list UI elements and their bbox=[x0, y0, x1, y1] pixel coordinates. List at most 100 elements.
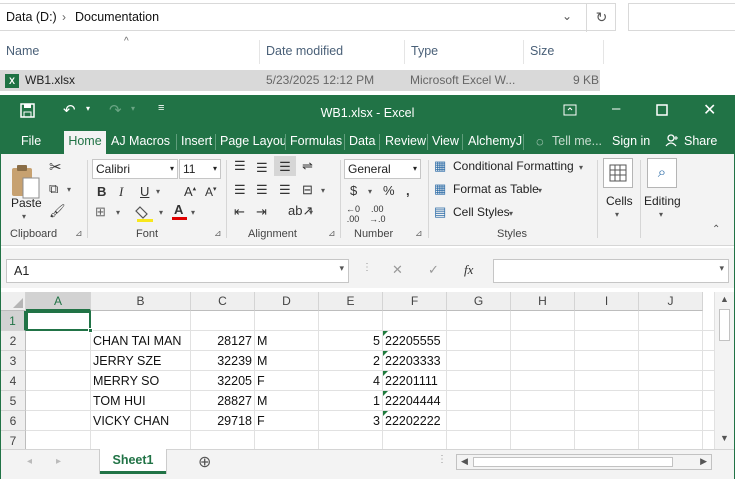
font-size-select[interactable]: 11 ▾ bbox=[179, 159, 221, 179]
cell-styles-icon[interactable]: ▤ bbox=[434, 204, 446, 220]
scroll-up-icon[interactable]: ▲ bbox=[720, 294, 729, 304]
row-header-3[interactable]: 3 bbox=[1, 351, 26, 371]
tab-review[interactable]: Review bbox=[385, 134, 426, 148]
cell-a3[interactable] bbox=[28, 351, 88, 371]
cell-d6[interactable]: F bbox=[257, 411, 316, 431]
merge-center-icon[interactable]: ⊟ bbox=[302, 182, 313, 198]
refresh-icon[interactable]: ↻ bbox=[586, 4, 616, 32]
font-color-dropdown-icon[interactable]: ▾ bbox=[191, 208, 195, 217]
error-indicator-icon[interactable] bbox=[383, 411, 388, 416]
currency-dropdown-icon[interactable]: ▾ bbox=[368, 187, 372, 196]
column-header-i[interactable]: I bbox=[575, 292, 639, 311]
row-header-5[interactable]: 5 bbox=[1, 391, 26, 411]
breadcrumb-drive[interactable]: Data (D:) bbox=[6, 10, 57, 24]
conditional-formatting-button[interactable]: Conditional Formatting bbox=[453, 159, 574, 173]
address-bar[interactable]: Data (D:) › Documentation ⌄ ↻ bbox=[0, 3, 616, 32]
cell-styles-button[interactable]: Cell Styles bbox=[453, 205, 510, 219]
column-header-name[interactable]: Name bbox=[6, 44, 39, 58]
share-button[interactable]: Share bbox=[684, 134, 717, 148]
cell-a5[interactable] bbox=[28, 391, 88, 411]
column-header-c[interactable]: C bbox=[191, 292, 255, 311]
paste-button[interactable]: Paste bbox=[11, 196, 42, 210]
scroll-down-icon[interactable]: ▼ bbox=[720, 433, 729, 443]
top-align-icon[interactable]: ☰ bbox=[234, 158, 246, 174]
insert-function-icon[interactable]: fx bbox=[464, 262, 473, 278]
scroll-left-icon[interactable]: ◀ bbox=[461, 456, 468, 467]
font-launcher-icon[interactable]: ⊿ bbox=[214, 228, 222, 239]
copy-dropdown-icon[interactable]: ▾ bbox=[67, 185, 71, 194]
font-name-select[interactable]: Calibri ▾ bbox=[92, 159, 178, 179]
worksheet-grid[interactable]: ABCDEFGHIJ 1234567 CHAN TAI MAN 28127 M 5 22… bbox=[1, 292, 734, 449]
cell-e5[interactable]: 1 bbox=[321, 391, 380, 411]
number-format-select[interactable]: General ▾ bbox=[344, 159, 421, 179]
tell-me-input[interactable]: Tell me... bbox=[552, 134, 602, 148]
error-indicator-icon[interactable] bbox=[383, 351, 388, 356]
column-divider[interactable] bbox=[404, 40, 405, 64]
active-cell[interactable] bbox=[26, 311, 91, 331]
bold-icon[interactable]: B bbox=[97, 184, 106, 199]
next-sheet-icon[interactable]: ▸ bbox=[56, 456, 61, 467]
expand-formula-icon[interactable]: ▾ bbox=[719, 263, 724, 274]
search-input[interactable] bbox=[628, 3, 735, 31]
cell-e3[interactable]: 2 bbox=[321, 351, 380, 371]
cell-c4[interactable]: 32205 bbox=[193, 371, 252, 391]
column-header-a[interactable]: A bbox=[26, 292, 91, 311]
cells-icon[interactable] bbox=[603, 158, 633, 188]
cell-f5[interactable]: 22204444 bbox=[385, 391, 444, 411]
column-header-e[interactable]: E bbox=[319, 292, 383, 311]
cell-f3[interactable]: 22203333 bbox=[385, 351, 444, 371]
percent-icon[interactable]: % bbox=[383, 183, 395, 198]
column-divider[interactable] bbox=[523, 40, 524, 64]
cell-e6[interactable]: 3 bbox=[321, 411, 380, 431]
minimize-icon[interactable]: – bbox=[612, 100, 620, 117]
cells-button[interactable]: Cells bbox=[606, 194, 633, 208]
underline-icon[interactable]: U bbox=[140, 184, 149, 199]
column-divider[interactable] bbox=[259, 40, 260, 64]
cell-b2[interactable]: CHAN TAI MAN bbox=[93, 331, 188, 351]
cell-f1[interactable] bbox=[385, 311, 444, 331]
error-indicator-icon[interactable] bbox=[383, 331, 388, 336]
prev-sheet-icon[interactable]: ◂ bbox=[27, 456, 32, 467]
cell-d2[interactable]: M bbox=[257, 331, 316, 351]
alignment-launcher-icon[interactable]: ⊿ bbox=[328, 228, 336, 239]
cell-c3[interactable]: 32239 bbox=[193, 351, 252, 371]
cell-a2[interactable] bbox=[28, 331, 88, 351]
align-left-icon[interactable]: ☰ bbox=[234, 182, 246, 198]
cell-c2[interactable]: 28127 bbox=[193, 331, 252, 351]
column-header-f[interactable]: F bbox=[383, 292, 447, 311]
cell-d4[interactable]: F bbox=[257, 371, 316, 391]
column-header-d[interactable]: D bbox=[255, 292, 319, 311]
decrease-indent-icon[interactable]: ⇤ bbox=[234, 204, 245, 220]
vertical-scrollbar[interactable]: ▲ ▼ bbox=[714, 292, 734, 449]
row-header-6[interactable]: 6 bbox=[1, 411, 26, 431]
italic-icon[interactable]: I bbox=[119, 184, 123, 200]
column-header-type[interactable]: Type bbox=[411, 44, 438, 58]
format-as-table-dropdown-icon[interactable]: ▾ bbox=[538, 186, 542, 195]
cell-e1[interactable] bbox=[321, 311, 380, 331]
align-center-icon[interactable]: ☰ bbox=[256, 182, 268, 198]
cell-a6[interactable] bbox=[28, 411, 88, 431]
horizontal-scrollbar[interactable]: ◀ ▶ bbox=[456, 454, 712, 470]
number-launcher-icon[interactable]: ⊿ bbox=[415, 228, 423, 239]
row-header-1[interactable]: 1 bbox=[1, 311, 26, 331]
fill-color-icon[interactable] bbox=[135, 204, 155, 222]
chevron-down-icon[interactable]: ▾ bbox=[339, 263, 344, 274]
bottom-align-icon[interactable]: ☰ bbox=[274, 156, 296, 176]
enter-icon[interactable]: ✓ bbox=[428, 262, 439, 278]
row-header-2[interactable]: 2 bbox=[1, 331, 26, 351]
add-sheet-icon[interactable]: ⊕ bbox=[198, 452, 211, 472]
paste-dropdown-icon[interactable]: ▾ bbox=[22, 212, 26, 221]
fill-color-dropdown-icon[interactable]: ▾ bbox=[159, 208, 163, 217]
maximize-icon[interactable] bbox=[656, 103, 668, 120]
tab-data[interactable]: Data bbox=[349, 134, 375, 148]
column-header-b[interactable]: B bbox=[91, 292, 191, 311]
tab-page-layout[interactable]: Page Layou bbox=[220, 134, 287, 148]
cell-d5[interactable]: M bbox=[257, 391, 316, 411]
search-icon[interactable]: ⌕ bbox=[647, 158, 677, 188]
tab-home[interactable]: Home bbox=[64, 131, 106, 154]
decrease-font-size-icon[interactable]: A▾ bbox=[205, 185, 217, 199]
vertical-scroll-thumb[interactable] bbox=[719, 309, 730, 341]
column-header-date[interactable]: Date modified bbox=[266, 44, 343, 58]
cancel-icon[interactable]: ✕ bbox=[392, 262, 403, 278]
cell-f6[interactable]: 22202222 bbox=[385, 411, 444, 431]
